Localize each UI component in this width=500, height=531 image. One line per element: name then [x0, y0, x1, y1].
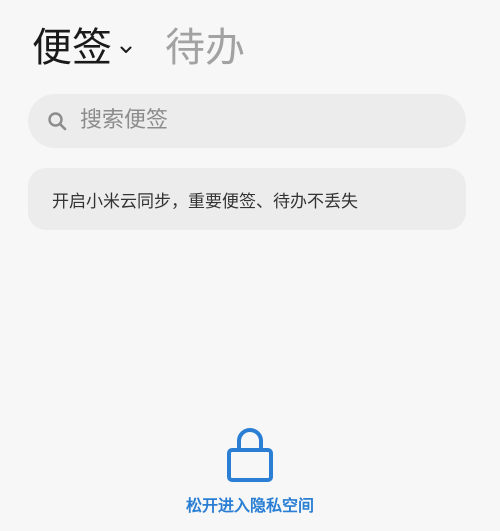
app-header: 便签 待办: [0, 0, 500, 90]
tab-todo[interactable]: 待办: [165, 22, 245, 74]
lock-icon: [227, 428, 273, 482]
tab-notes[interactable]: 便签: [32, 22, 132, 74]
search-icon: [46, 110, 68, 132]
tab-notes-label: 便签: [32, 25, 112, 71]
cloud-sync-banner[interactable]: 开启小米云同步，重要便签、待办不丢失: [28, 168, 466, 230]
private-space-label: 松开进入隐私空间: [185, 496, 314, 515]
cloud-sync-text: 开启小米云同步，重要便签、待办不丢失: [52, 191, 358, 212]
search-placeholder: 搜索便签: [80, 108, 169, 133]
search-bar[interactable]: 搜索便签: [28, 94, 466, 148]
private-space-entry[interactable]: 松开进入隐私空间: [0, 424, 500, 516]
chevron-down-icon[interactable]: [120, 46, 132, 54]
